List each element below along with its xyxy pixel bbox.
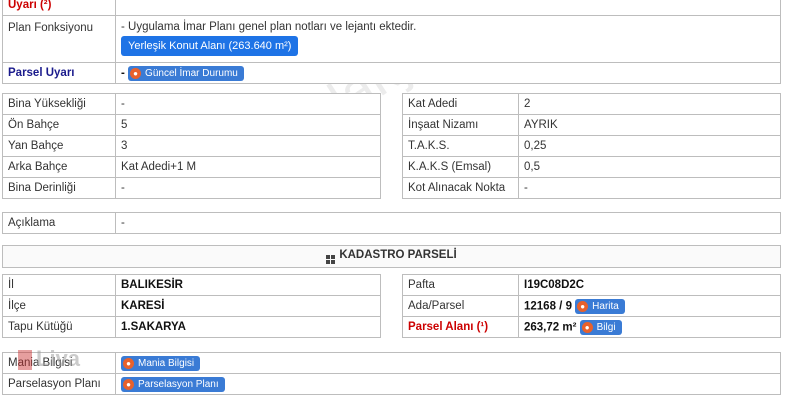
detail-right-row: Kot Alınacak Nokta - bbox=[402, 177, 781, 199]
kadastro-left-row: Tapu Kütüğü 1.SAKARYA bbox=[2, 316, 381, 338]
plan-fonksiyonu-cell: - Uygulama İmar Planı genel plan notları… bbox=[115, 15, 781, 63]
kadastro-header-table: KADASTRO PARSELİ bbox=[2, 245, 781, 268]
pafta-value: I19C08D2C bbox=[518, 274, 781, 296]
detail-left-row: Ön Bahçe 5 bbox=[2, 114, 381, 136]
parsel-alani-label: Parsel Alanı (¹) bbox=[402, 316, 519, 338]
details-right-table: Kat Adedi 2 İnşaat Nizamı AYRIK T.A.K.S. 0,25… bbox=[402, 93, 781, 199]
details-left-table: Bina Yüksekliği - Ön Bahçe 5 Yan Bahçe 3 Arka … bbox=[2, 93, 381, 199]
kadastro-left-label: İl bbox=[2, 274, 116, 296]
detail-right-label: Kat Adedi bbox=[402, 93, 519, 115]
parselasyon-cell: ● Parselasyon Planı bbox=[115, 373, 781, 395]
detail-right-label: T.A.K.S. bbox=[402, 135, 519, 157]
parsel-uyari-cell: - ● Güncel İmar Durumu bbox=[115, 62, 781, 84]
parsel-alani-value: 263,72 m² bbox=[524, 321, 577, 334]
ada-parsel-label: Ada/Parsel bbox=[402, 295, 519, 317]
detail-left-value: - bbox=[115, 93, 381, 115]
detail-left-label: Arka Bahçe bbox=[2, 156, 116, 178]
detail-right-row: K.A.K.S (Emsal) 0,5 bbox=[402, 156, 781, 178]
detail-right-row: İnşaat Nizamı AYRIK bbox=[402, 114, 781, 136]
detail-right-label: İnşaat Nizamı bbox=[402, 114, 519, 136]
plan-fonksiyonu-label: Plan Fonksiyonu bbox=[2, 15, 116, 63]
uyari-label: Uyarı (²) bbox=[2, 0, 116, 16]
kadastro-right-table: Pafta I19C08D2C Ada/Parsel 12168 / 9 ● Ha… bbox=[402, 274, 781, 338]
kadastro-left-label: Tapu Kütüğü bbox=[2, 316, 116, 338]
kadastro-left-label: İlçe bbox=[2, 295, 116, 317]
kadastro-header: KADASTRO PARSELİ bbox=[2, 245, 781, 268]
info-icon: ● bbox=[130, 67, 142, 79]
kadastro-left-value: KARESİ bbox=[115, 295, 381, 317]
parsel-alani-cell: 263,72 m² ● Bilgi bbox=[518, 316, 781, 338]
detail-right-value: 0,5 bbox=[518, 156, 781, 178]
bottom-table: Mania Bilgisi ● Mania Bilgisi Parselasyon… bbox=[2, 352, 781, 395]
parselasyon-label: Parselasyon Planı bbox=[2, 373, 116, 395]
detail-left-row: Arka Bahçe Kat Adedi+1 M bbox=[2, 156, 381, 178]
parselasyon-button[interactable]: ● Parselasyon Planı bbox=[121, 376, 225, 392]
guncel-imar-button[interactable]: ● Güncel İmar Durumu bbox=[128, 65, 244, 81]
uyari-value bbox=[115, 0, 781, 16]
kadastro-left-row: İlçe KARESİ bbox=[2, 295, 381, 317]
info-icon: ● bbox=[123, 378, 134, 390]
kadastro-left-value: 1.SAKARYA bbox=[115, 316, 381, 338]
aciklama-table: Açıklama - bbox=[2, 212, 781, 234]
kadastro-title: KADASTRO PARSELİ bbox=[339, 249, 457, 261]
bilgi-button[interactable]: ● Bilgi bbox=[579, 319, 622, 335]
detail-left-label: Bina Derinliği bbox=[2, 177, 116, 199]
kadastro-left-row: İl BALIKESİR bbox=[2, 274, 381, 296]
detail-left-label: Yan Bahçe bbox=[2, 135, 116, 157]
detail-left-row: Bina Yüksekliği - bbox=[2, 93, 381, 115]
detail-right-value: 0,25 bbox=[518, 135, 781, 157]
detail-left-label: Ön Bahçe bbox=[2, 114, 116, 136]
detail-right-row: Kat Adedi 2 bbox=[402, 93, 781, 115]
detail-right-value: - bbox=[518, 177, 781, 199]
parsel-uyari-dash: - bbox=[121, 67, 125, 80]
grid-icon bbox=[326, 255, 336, 264]
pafta-label: Pafta bbox=[402, 274, 519, 296]
detail-left-row: Bina Derinliği - bbox=[2, 177, 381, 199]
parsel-uyari-label: Parsel Uyarı bbox=[2, 62, 116, 84]
info-icon: ● bbox=[123, 357, 134, 369]
info-icon: ● bbox=[581, 321, 593, 333]
ada-parsel-cell: 12168 / 9 ● Harita bbox=[518, 295, 781, 317]
kadastro-left-table: İl BALIKESİR İlçe KARESİ Tapu Kütüğü 1.SAKARY… bbox=[2, 274, 381, 338]
mania-label: Mania Bilgisi bbox=[2, 352, 116, 374]
detail-left-label: Bina Yüksekliği bbox=[2, 93, 116, 115]
detail-right-row: T.A.K.S. 0,25 bbox=[402, 135, 781, 157]
mania-button[interactable]: ● Mania Bilgisi bbox=[121, 355, 201, 371]
detail-right-label: Kot Alınacak Nokta bbox=[402, 177, 519, 199]
harita-button[interactable]: ● Harita bbox=[575, 298, 625, 314]
ada-parsel-value: 12168 / 9 bbox=[524, 300, 572, 313]
detail-left-value: - bbox=[115, 177, 381, 199]
aciklama-label: Açıklama bbox=[2, 212, 116, 234]
plan-info-table: Uyarı (²) Plan Fonksiyonu - Uygulama İma… bbox=[2, 0, 781, 84]
detail-right-value: AYRIK bbox=[518, 114, 781, 136]
mania-cell: ● Mania Bilgisi bbox=[115, 352, 781, 374]
plan-fonksiyonu-text: - Uygulama İmar Planı genel plan notları… bbox=[121, 21, 417, 33]
detail-left-row: Yan Bahçe 3 bbox=[2, 135, 381, 157]
aciklama-value: - bbox=[115, 212, 781, 234]
detail-left-value: Kat Adedi+1 M bbox=[115, 156, 381, 178]
detail-left-value: 5 bbox=[115, 114, 381, 136]
detail-right-label: K.A.K.S (Emsal) bbox=[402, 156, 519, 178]
detail-left-value: 3 bbox=[115, 135, 381, 157]
plan-fonksiyonu-button[interactable]: Yerleşik Konut Alanı (263.640 m²) bbox=[121, 36, 299, 56]
info-icon: ● bbox=[577, 300, 589, 312]
detail-right-value: 2 bbox=[518, 93, 781, 115]
kadastro-left-value: BALIKESİR bbox=[115, 274, 381, 296]
